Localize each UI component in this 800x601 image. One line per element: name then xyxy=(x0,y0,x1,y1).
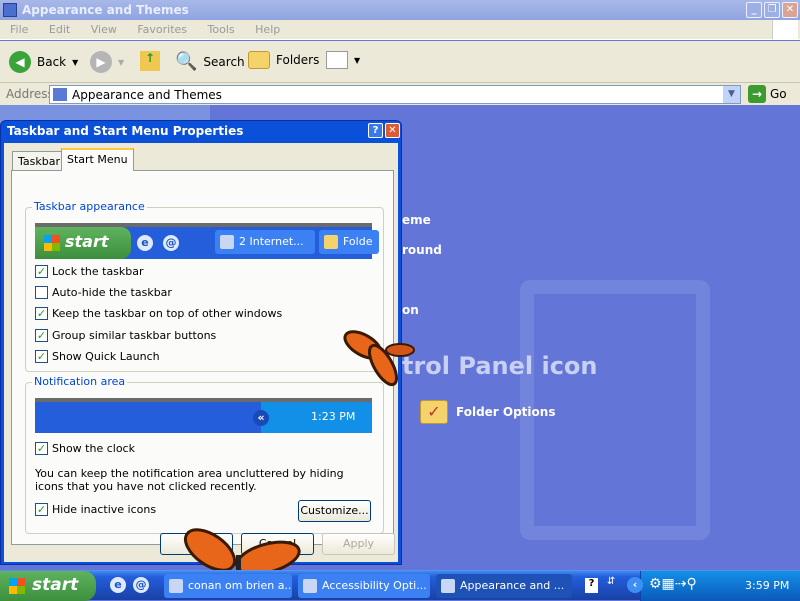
restore-icon[interactable]: ⇵ xyxy=(607,576,615,587)
tab-label: Start Menu xyxy=(67,153,128,166)
quick-launch-checkbox[interactable]: ✓ Show Quick Launch xyxy=(35,350,160,363)
address-dropdown[interactable]: ▼ xyxy=(723,86,740,103)
window-titlebar: Appearance and Themes _ ❐ ✕ xyxy=(0,0,800,20)
search-icon: 🔍 xyxy=(175,51,198,72)
folder-options-link[interactable]: ✓ Folder Options xyxy=(420,400,555,424)
group-label: Notification area xyxy=(32,375,128,388)
menu-favorites[interactable]: Favorites xyxy=(137,23,187,36)
menu-file[interactable]: File xyxy=(10,23,28,36)
folder-options-label: Folder Options xyxy=(456,405,556,419)
folders-label: Folders xyxy=(276,53,320,67)
task-link[interactable]: round xyxy=(402,243,442,257)
appearance-icon xyxy=(53,88,67,101)
hide-inactive-checkbox[interactable]: ✓ Hide inactive icons xyxy=(35,503,156,516)
taskbar-task[interactable]: Accessibility Opti... xyxy=(298,574,430,598)
tab-label: Taskbar xyxy=(18,155,60,168)
ie-quick-launch-icon[interactable]: e xyxy=(110,577,126,593)
back-arrow-icon: ◀ xyxy=(9,51,31,73)
menu-help[interactable]: Help xyxy=(255,23,280,36)
tray-icons[interactable]: ⚙▦⇢⚲ xyxy=(649,576,697,592)
go-label: Go xyxy=(770,87,787,101)
lock-taskbar-checkbox[interactable]: ✓ Lock the taskbar xyxy=(35,265,144,278)
show-hidden-icons-icon[interactable]: ‹ xyxy=(627,577,643,593)
preview-task: Folde xyxy=(319,230,379,254)
preview-task: 2 Internet... xyxy=(215,230,315,254)
folder-options-icon: ✓ xyxy=(420,400,448,424)
forward-arrow-icon: ▶ xyxy=(90,51,112,73)
taskbar-task[interactable]: Appearance and ... xyxy=(436,574,572,598)
address-bar: Address Appearance and Themes ▼ → Go xyxy=(0,83,800,105)
back-label: Back xyxy=(37,55,67,69)
auto-hide-checkbox[interactable]: Auto-hide the taskbar xyxy=(35,286,172,299)
clock[interactable]: 3:59 PM xyxy=(745,579,789,592)
customize-button[interactable]: Customize... xyxy=(298,500,371,522)
menu-bar: File Edit View Favorites Tools Help xyxy=(0,20,800,40)
tab-taskbar[interactable]: Taskbar xyxy=(12,151,66,171)
address-value: Appearance and Themes xyxy=(72,88,222,102)
notification-area-group: Notification area 1:23 PM « ✓ Show the cl… xyxy=(25,375,384,534)
views-icon xyxy=(326,51,348,69)
windows-flag-icon xyxy=(9,578,25,594)
show-clock-checkbox[interactable]: ✓ Show the clock xyxy=(35,442,135,455)
outlook-quick-launch-icon[interactable]: @ xyxy=(133,577,149,593)
section-heading: trol Panel icon xyxy=(402,352,598,380)
address-label: Address xyxy=(6,87,54,101)
back-button[interactable]: ◀ Back ▼ xyxy=(9,51,78,73)
taskbar: start e @ conan om brien a... Accessibil… xyxy=(0,570,800,601)
dialog-close-button[interactable]: ✕ xyxy=(385,123,400,138)
show-hidden-icons-icon: « xyxy=(253,410,269,426)
butterfly-icon xyxy=(343,330,415,387)
taskbar-appearance-group: Taskbar appearance start e @ 2 Internet.… xyxy=(25,200,384,372)
go-button[interactable]: → Go xyxy=(748,85,787,103)
taskbar-preview: start e @ 2 Internet... Folde xyxy=(35,223,379,259)
help-icon[interactable]: ? xyxy=(585,578,598,593)
windows-logo xyxy=(772,20,798,39)
menu-tools[interactable]: Tools xyxy=(208,23,235,36)
task-link[interactable]: on xyxy=(402,303,419,317)
search-button[interactable]: 🔍 Search xyxy=(175,51,245,72)
ie-icon: e xyxy=(137,235,153,251)
folders-button[interactable]: Folders xyxy=(248,51,319,69)
preview-start: start xyxy=(65,232,109,251)
go-arrow-icon: → xyxy=(748,85,766,103)
apply-button[interactable]: Apply xyxy=(322,533,395,555)
preview-clock: 1:23 PM xyxy=(261,402,372,433)
notification-preview: 1:23 PM « xyxy=(35,398,372,433)
restore-button[interactable]: ❐ xyxy=(764,2,780,18)
group-label: Taskbar appearance xyxy=(32,200,147,213)
notification-description: You can keep the notification area unclu… xyxy=(35,467,344,493)
start-button[interactable]: start xyxy=(0,571,96,601)
menu-view[interactable]: View xyxy=(91,23,117,36)
up-folder-button[interactable]: ↑ xyxy=(140,51,160,71)
task-link[interactable]: eme xyxy=(402,213,431,227)
search-label: Search xyxy=(203,54,245,69)
menu-edit[interactable]: Edit xyxy=(49,23,70,36)
taskbar-task[interactable]: conan om brien a... xyxy=(164,574,292,598)
start-label: start xyxy=(32,575,79,595)
window-title: Appearance and Themes xyxy=(22,3,189,17)
folders-icon xyxy=(248,51,270,69)
appearance-icon xyxy=(3,3,17,17)
group-buttons-checkbox[interactable]: ✓ Group similar taskbar buttons xyxy=(35,329,216,342)
views-button[interactable]: ▼ xyxy=(326,51,360,69)
keep-on-top-checkbox[interactable]: ✓ Keep the taskbar on top of other window… xyxy=(35,307,282,320)
toolbar: ◀ Back ▼ ▶ ▼ ↑ 🔍 Search Folders ▼ xyxy=(0,41,800,83)
minimize-button[interactable]: _ xyxy=(746,2,762,18)
help-button[interactable]: ? xyxy=(368,123,383,138)
forward-button[interactable]: ▶ ▼ xyxy=(90,51,124,73)
outlook-icon: @ xyxy=(163,235,179,251)
close-button[interactable]: ✕ xyxy=(782,2,798,18)
tab-panel: Taskbar appearance start e @ 2 Internet.… xyxy=(11,170,394,545)
tab-start-menu[interactable]: Start Menu xyxy=(61,148,134,171)
address-input[interactable]: Appearance and Themes ▼ xyxy=(49,85,741,104)
dialog-title: Taskbar and Start Menu Properties xyxy=(7,124,244,138)
system-tray: ‹ ⚙▦⇢⚲ 3:59 PM xyxy=(627,571,800,601)
up-folder-icon: ↑ xyxy=(140,51,160,71)
